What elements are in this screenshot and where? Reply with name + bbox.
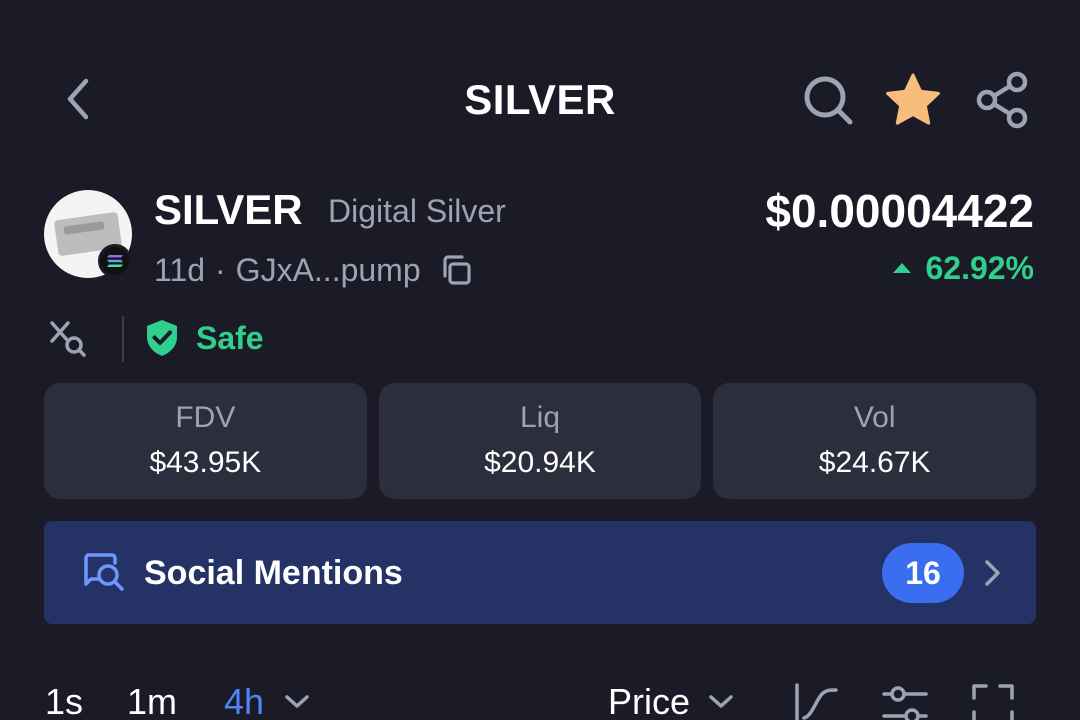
stat-label: FDV [175,401,236,434]
stat-card-liq[interactable]: Liq $20.94K [378,383,702,499]
sliders-icon[interactable] [880,680,930,720]
token-detail-screen: SILVER SILVER Digital Silver 11d · GJxA.… [0,0,1080,720]
shield-check-icon [147,320,177,356]
price-type-label: Price [608,681,691,720]
timeframe-4h-label: 4h [224,681,265,720]
stat-label: Liq [519,401,561,434]
token-address[interactable]: GJxA...pump [236,250,421,290]
x-search-button[interactable] [44,316,92,360]
solana-logo [107,255,123,267]
search-button[interactable] [798,70,858,130]
share-icon [976,71,1028,129]
mentions-count-badge: 16 [882,543,964,603]
stat-value: $20.94K [484,446,596,479]
solana-chain-icon [98,244,132,278]
timeframe-1s[interactable]: 1s [45,680,83,720]
token-symbol: SILVER [154,186,303,233]
social-mentions-row[interactable]: Social Mentions 16 [44,521,1036,624]
stat-label: Vol [853,401,896,434]
chevron-down-icon [285,695,309,708]
price-type-select[interactable]: Price [608,680,734,720]
chart-toolbar: 1s 1m 4h Price [0,676,1080,720]
fullscreen-icon[interactable] [968,680,1018,720]
stats-row: FDV $43.95K Liq $20.94K Vol $24.67K [44,383,1037,499]
star-icon [886,73,940,125]
token-price: $0.00004422 [765,185,1034,237]
line-chart-icon[interactable] [792,680,842,720]
timeframe-1m[interactable]: 1m [127,680,177,720]
divider [122,316,124,362]
favorite-button[interactable] [883,70,943,130]
stat-card-fdv[interactable]: FDV $43.95K [44,383,367,499]
top-bar: SILVER [0,62,1080,138]
chat-search-icon [84,553,124,591]
status-icons [58,0,398,4]
token-name: Digital Silver [328,193,506,229]
stat-card-vol[interactable]: Vol $24.67K [713,383,1037,499]
chevron-down-icon [709,695,733,708]
price-change-value: 62.92% [925,250,1034,286]
safety-row: Safe [44,312,444,364]
status-bar [50,0,1030,6]
x-search-icon [50,321,86,357]
safety-label: Safe [196,319,264,356]
copy-address-button[interactable] [439,253,473,287]
token-age: 11d [154,252,206,288]
meta-separator: · [215,252,226,288]
timeframe-4h[interactable]: 4h [224,680,310,720]
social-mentions-label: Social Mentions [144,554,403,592]
stat-value: $43.95K [149,446,262,479]
share-button[interactable] [973,70,1033,130]
chevron-right-icon [985,560,1000,586]
safety-badge[interactable]: Safe [144,316,264,360]
search-icon [804,76,853,125]
price-change: 62.92% [893,248,1034,288]
token-meta: 11d · GJxA...pump [154,250,473,290]
up-arrow-icon [893,263,912,273]
copy-icon [443,255,471,285]
stat-value: $24.67K [818,446,931,479]
status-battery-icon [950,0,970,4]
